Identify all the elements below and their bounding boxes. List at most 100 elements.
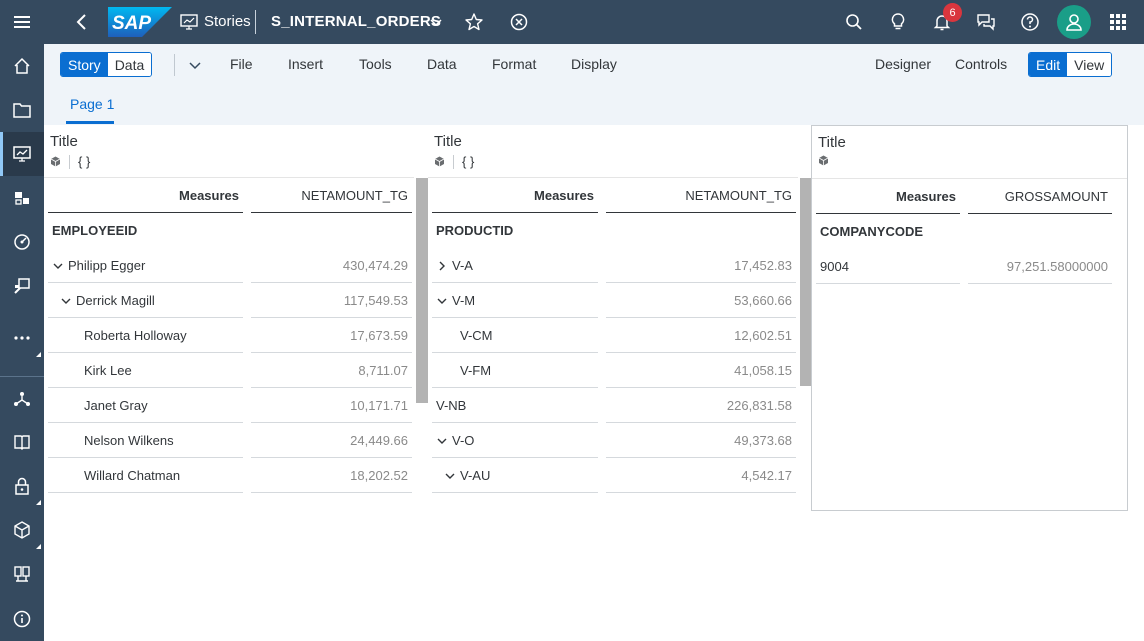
- table-row[interactable]: Willard Chatman 18,202.52: [48, 458, 412, 493]
- expand-right-icon[interactable]: [436, 260, 448, 272]
- menu-data[interactable]: Data: [427, 56, 457, 72]
- story-title[interactable]: S_INTERNAL_ORDERS: [271, 13, 441, 30]
- expand-down-icon[interactable]: [52, 260, 64, 272]
- row-value[interactable]: 17,673.59: [251, 318, 412, 353]
- designer-button[interactable]: Designer: [875, 56, 931, 72]
- measures-header[interactable]: Measures: [816, 179, 960, 214]
- row-value[interactable]: 97,251.58000000: [968, 249, 1112, 284]
- stories-nav-icon[interactable]: [0, 132, 44, 176]
- model-cube-icon[interactable]: [50, 156, 61, 167]
- widget-title[interactable]: Title: [818, 134, 846, 151]
- search-icon[interactable]: [844, 12, 864, 32]
- row-label[interactable]: Kirk Lee: [48, 353, 243, 388]
- connections-icon[interactable]: [0, 377, 44, 421]
- info-icon[interactable]: [0, 597, 44, 641]
- expand-down-icon[interactable]: [436, 295, 448, 307]
- table-row[interactable]: V-CM 12,602.51: [432, 318, 796, 353]
- table-row[interactable]: V-O 49,373.68: [432, 423, 796, 458]
- row-value[interactable]: 8,711.07: [251, 353, 412, 388]
- menu-tools[interactable]: Tools: [359, 56, 392, 72]
- close-circle-icon[interactable]: [509, 12, 529, 32]
- more-icon[interactable]: [0, 316, 44, 360]
- dimension-header[interactable]: PRODUCTID: [432, 213, 598, 248]
- table-row[interactable]: V-M 53,660.66: [432, 283, 796, 318]
- table-row[interactable]: Janet Gray 10,171.71: [48, 388, 412, 423]
- row-label[interactable]: V-M: [432, 283, 598, 318]
- table-row[interactable]: V-AU 4,542.17: [432, 458, 796, 493]
- story-mode-button[interactable]: Story: [61, 53, 108, 76]
- row-value[interactable]: 17,452.83: [606, 248, 796, 283]
- row-label[interactable]: Roberta Holloway: [48, 318, 243, 353]
- table-widget-products[interactable]: Title { } Measures NETAMOUNT_TG PRODUCTI…: [428, 125, 812, 510]
- table-row[interactable]: 9004 97,251.58000000: [816, 249, 1112, 284]
- table-widget-company[interactable]: Title Measures GROSSAMOUNT COMPANYCODE 9…: [811, 125, 1128, 511]
- row-value[interactable]: 18,202.52: [251, 458, 412, 493]
- measures-header[interactable]: Measures: [48, 178, 243, 213]
- favorite-star-icon[interactable]: [464, 12, 484, 32]
- discussions-icon[interactable]: [976, 12, 996, 32]
- dimension-header[interactable]: EMPLOYEEID: [48, 213, 243, 248]
- catalog-book-icon[interactable]: [0, 420, 44, 464]
- tab-page-1[interactable]: Page 1: [70, 96, 114, 112]
- row-value[interactable]: 430,474.29: [251, 248, 412, 283]
- row-label[interactable]: V-AU: [432, 458, 598, 493]
- menu-insert[interactable]: Insert: [288, 56, 323, 72]
- system-monitor-icon[interactable]: [0, 552, 44, 596]
- measures-header[interactable]: Measures: [432, 178, 598, 213]
- vertical-scrollbar[interactable]: [416, 178, 428, 403]
- row-value[interactable]: 24,449.66: [251, 423, 412, 458]
- measure-header[interactable]: NETAMOUNT_TG: [251, 178, 412, 213]
- measure-header[interactable]: GROSSAMOUNT: [968, 179, 1112, 214]
- formula-braces-icon[interactable]: { }: [78, 154, 90, 169]
- widget-title[interactable]: Title: [50, 133, 78, 150]
- row-label[interactable]: Janet Gray: [48, 388, 243, 423]
- sap-logo[interactable]: SAP: [108, 7, 172, 37]
- row-label[interactable]: V-FM: [432, 353, 598, 388]
- menu-icon[interactable]: [0, 0, 44, 44]
- edit-mode-button[interactable]: Edit: [1029, 53, 1068, 76]
- menu-format[interactable]: Format: [492, 56, 536, 72]
- controls-button[interactable]: Controls: [955, 56, 1007, 72]
- widget-title[interactable]: Title: [434, 133, 462, 150]
- digital-boardroom-icon[interactable]: [0, 220, 44, 264]
- chevron-down-icon[interactable]: [429, 15, 443, 29]
- row-label[interactable]: Philipp Egger: [48, 248, 243, 283]
- collapse-chevron-icon[interactable]: [188, 58, 202, 72]
- row-value[interactable]: 226,831.58: [606, 388, 796, 423]
- row-label[interactable]: Willard Chatman: [48, 458, 243, 493]
- row-value[interactable]: 10,171.71: [251, 388, 412, 423]
- dimension-header[interactable]: COMPANYCODE: [816, 214, 960, 249]
- row-value[interactable]: 12,602.51: [606, 318, 796, 353]
- table-row[interactable]: Nelson Wilkens 24,449.66: [48, 423, 412, 458]
- formula-braces-icon[interactable]: { }: [462, 154, 474, 169]
- table-widget-employees[interactable]: Title { } Measures NETAMOUNT_TG EMPLOYEE…: [44, 125, 428, 510]
- menu-file[interactable]: File: [230, 56, 253, 72]
- row-value[interactable]: 4,542.17: [606, 458, 796, 493]
- expand-down-icon[interactable]: [436, 435, 448, 447]
- model-cube-icon[interactable]: [818, 155, 829, 166]
- table-row[interactable]: Roberta Holloway 17,673.59: [48, 318, 412, 353]
- view-mode-button[interactable]: View: [1067, 53, 1112, 76]
- back-icon[interactable]: [72, 12, 92, 32]
- table-row[interactable]: Philipp Egger 430,474.29: [48, 248, 412, 283]
- expand-down-icon[interactable]: [60, 295, 72, 307]
- table-row[interactable]: Derrick Magill 117,549.53: [48, 283, 412, 318]
- lightbulb-icon[interactable]: [888, 12, 908, 32]
- row-label[interactable]: 9004: [816, 249, 960, 284]
- user-avatar[interactable]: [1057, 5, 1091, 39]
- row-label[interactable]: Derrick Magill: [48, 283, 243, 318]
- row-value[interactable]: 117,549.53: [251, 283, 412, 318]
- model-cube-icon[interactable]: [434, 156, 445, 167]
- table-row[interactable]: Kirk Lee 8,711.07: [48, 353, 412, 388]
- row-value[interactable]: 53,660.66: [606, 283, 796, 318]
- data-analyzer-icon[interactable]: [0, 264, 44, 308]
- row-label[interactable]: V-O: [432, 423, 598, 458]
- row-label[interactable]: Nelson Wilkens: [48, 423, 243, 458]
- security-lock-icon[interactable]: [0, 464, 44, 508]
- table-row[interactable]: V-NB 226,831.58: [432, 388, 796, 423]
- expand-down-icon[interactable]: [444, 470, 456, 482]
- measure-header[interactable]: NETAMOUNT_TG: [606, 178, 796, 213]
- row-label[interactable]: V-NB: [432, 388, 598, 423]
- table-row[interactable]: V-A 17,452.83: [432, 248, 796, 283]
- help-icon[interactable]: [1020, 12, 1040, 32]
